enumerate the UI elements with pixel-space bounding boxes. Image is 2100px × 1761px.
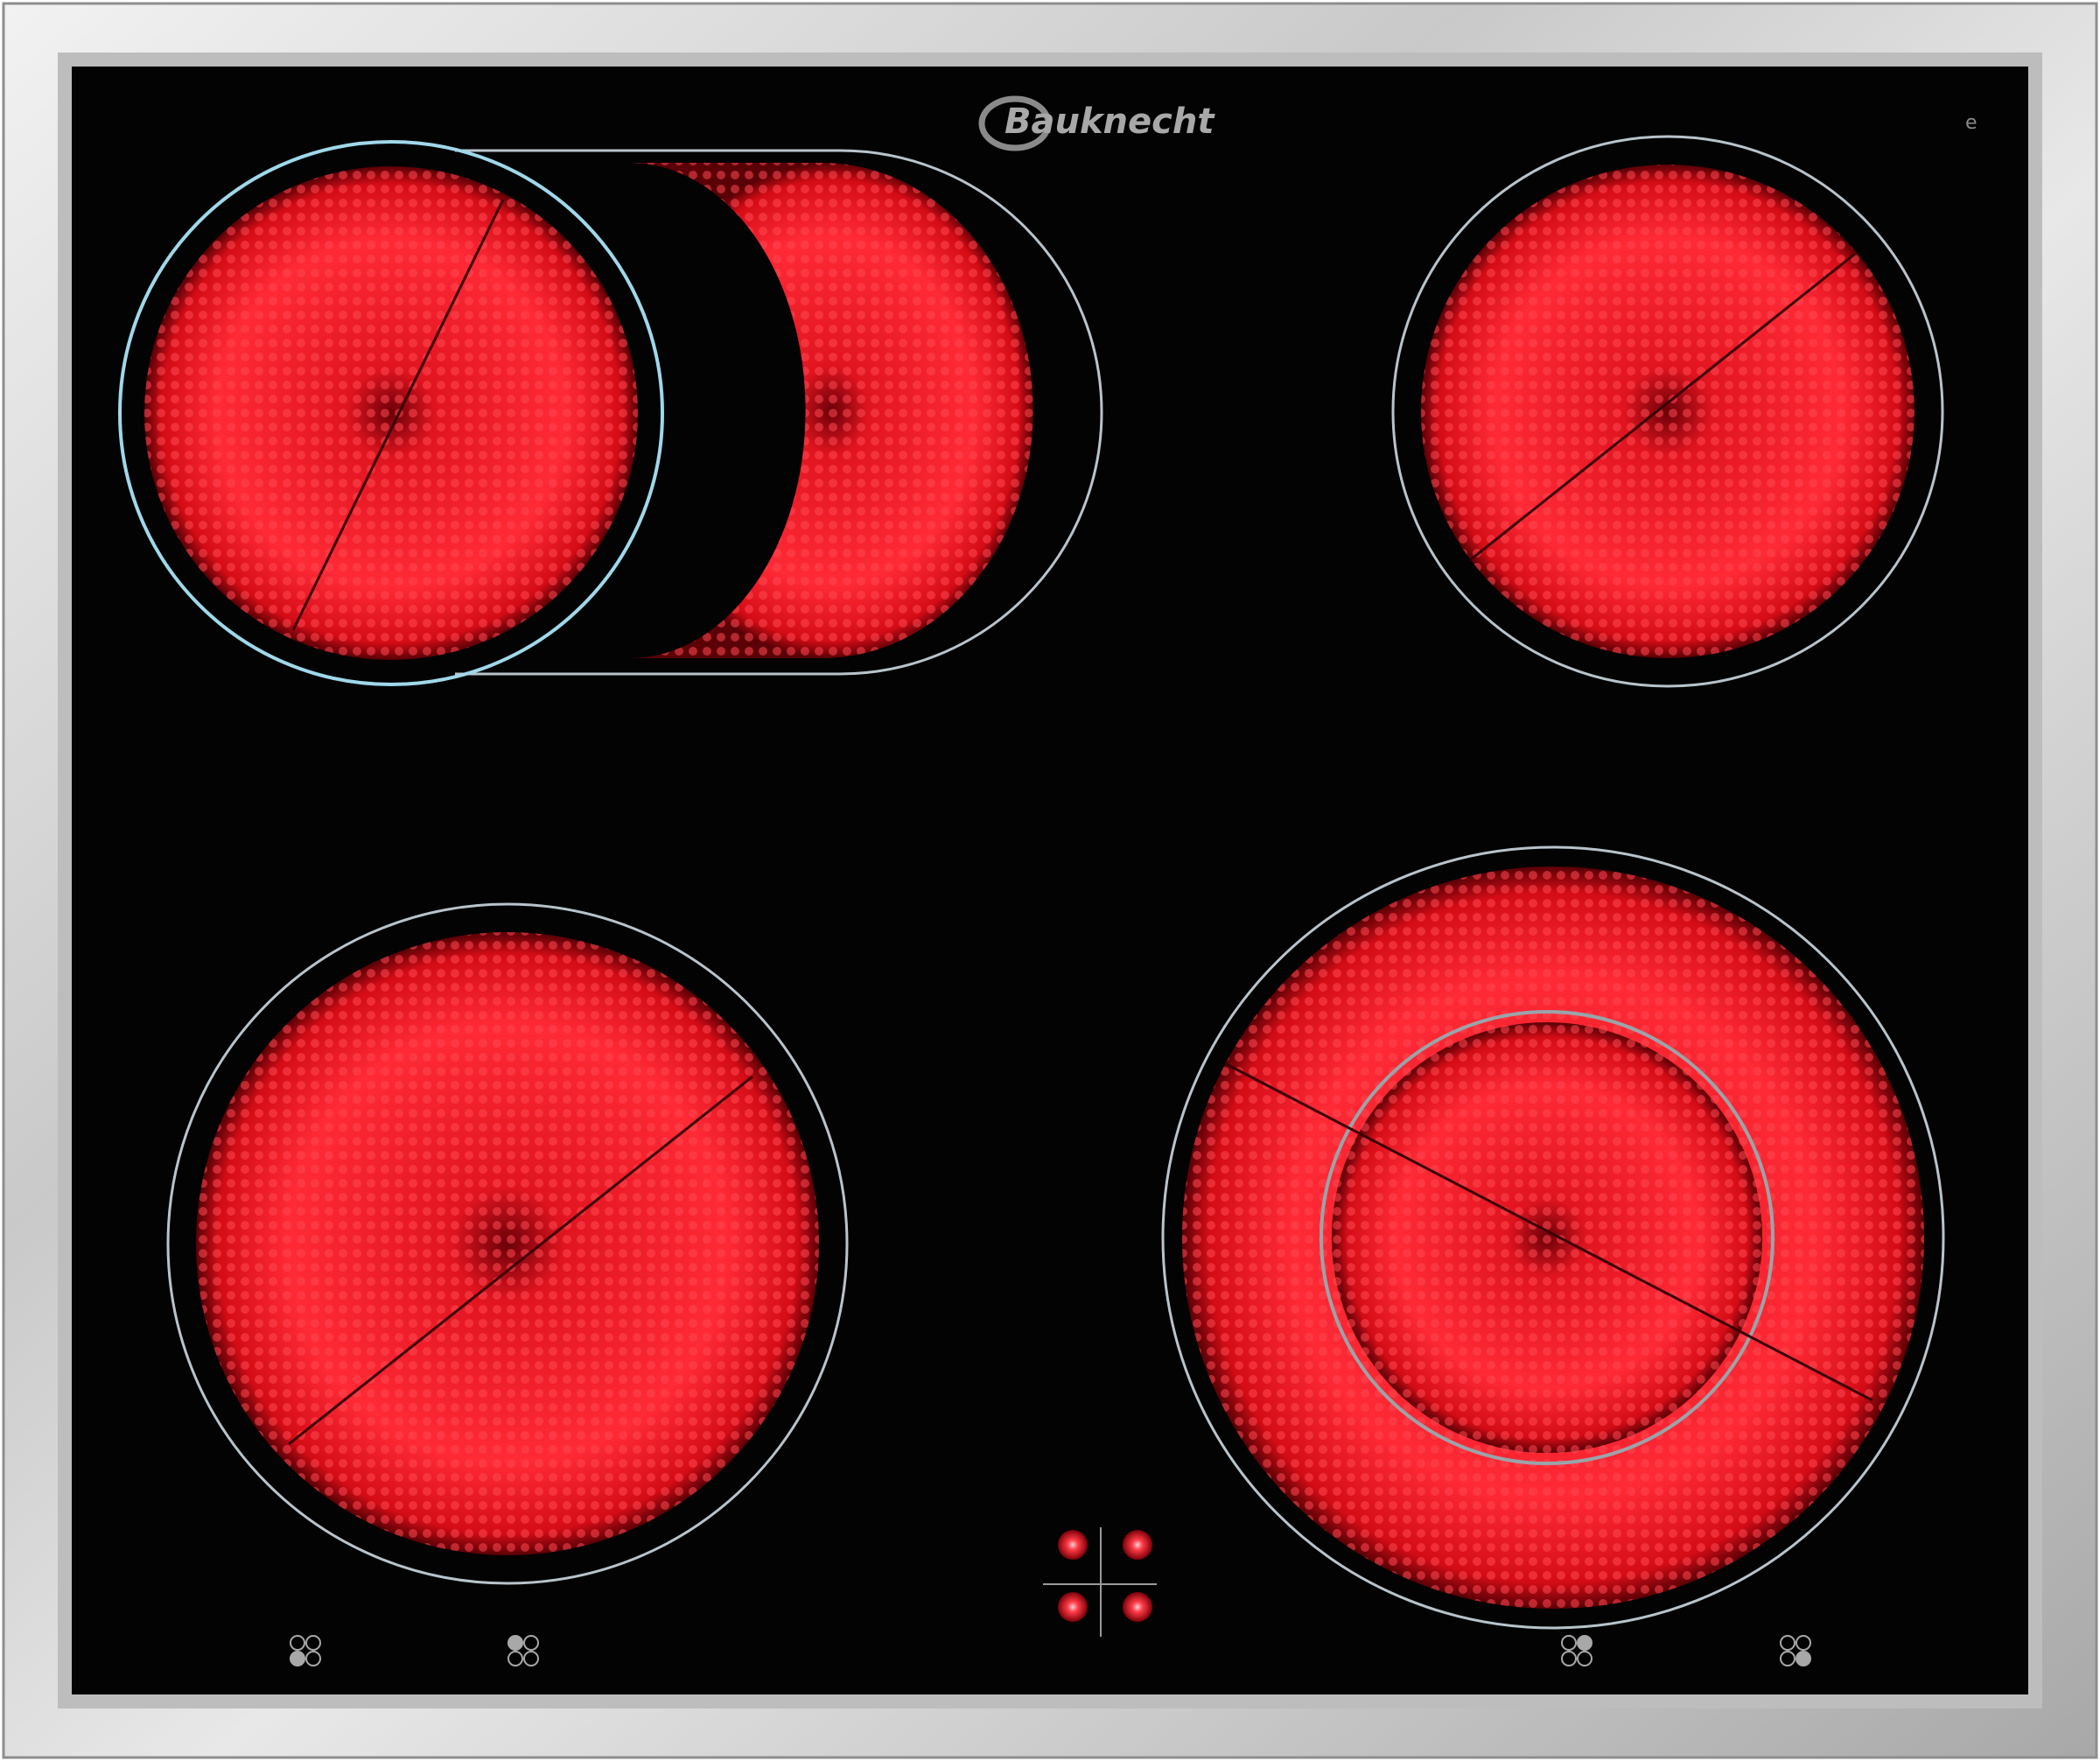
brand-mark: e (1965, 112, 1978, 134)
indicator-light-front-left (1058, 1592, 1088, 1622)
indicator-light-back-right (1123, 1530, 1152, 1560)
brand-name: Bauknecht (1004, 102, 1215, 142)
indicator-light-front-right (1123, 1592, 1152, 1622)
indicator-light-back-left (1058, 1530, 1088, 1560)
hob-illustration: Bauknecht e (2, 2, 2098, 1759)
ceramic-hob: Bauknecht e (0, 0, 2100, 1761)
brand-logo: Bauknecht (978, 95, 1215, 151)
